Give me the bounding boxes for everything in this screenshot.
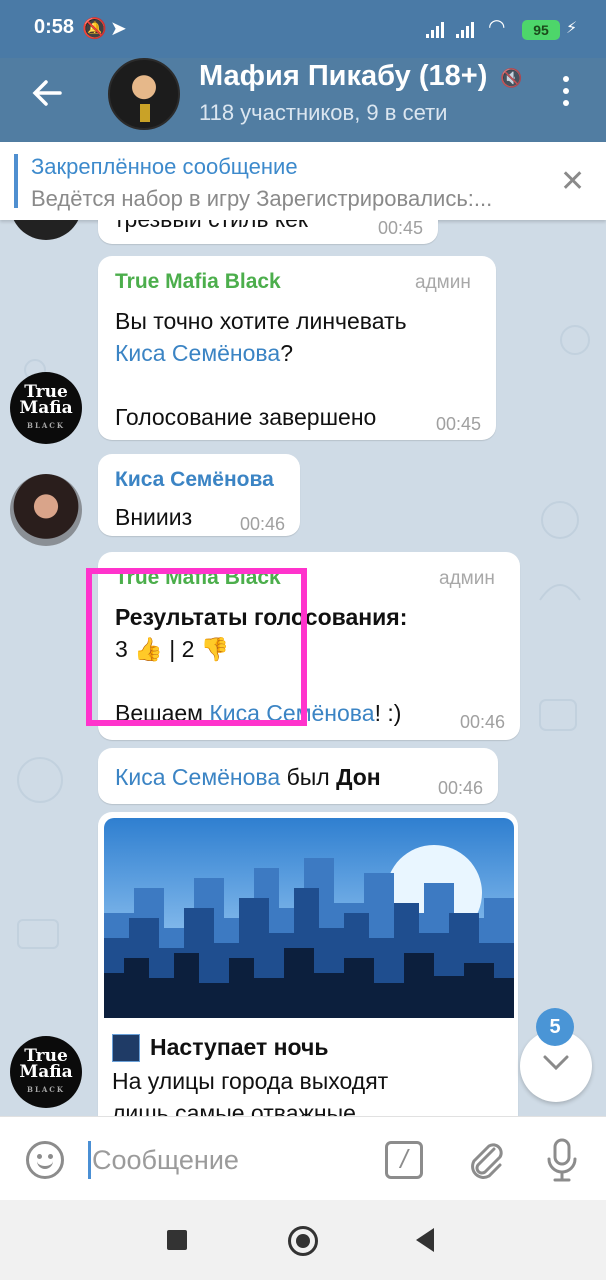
- message-bubble[interactable]: Киса Семёнова Вниииз 00:46: [98, 454, 300, 536]
- chat-area[interactable]: трезвый стиль кек 00:45 True Mafia Black…: [0, 220, 606, 1116]
- chat-header: Мафия Пикабу (18+) 🔇 118 участников, 9 в…: [0, 58, 606, 142]
- clock: 0:58: [34, 16, 75, 38]
- bot-command-icon[interactable]: /: [385, 1141, 423, 1179]
- pinned-bar: [14, 154, 18, 208]
- message-text: Вы точно хотите линчевать: [115, 308, 407, 334]
- admin-label: админ: [439, 568, 495, 589]
- chat-title[interactable]: Мафия Пикабу (18+): [199, 60, 487, 93]
- message-text: Киса Семёнова был Дон: [115, 764, 381, 790]
- text-cursor: [88, 1141, 91, 1179]
- signal-icon-2: [456, 20, 478, 38]
- avatar-true-mafia-black[interactable]: True Mafia BLACK: [10, 372, 82, 444]
- message-bubble[interactable]: True Mafia Black админ Вы точно хотите л…: [98, 256, 496, 440]
- wifi-icon: ◠: [488, 16, 506, 38]
- night-city-emoji-icon: [112, 1034, 140, 1062]
- message-input-bar: /: [0, 1116, 606, 1200]
- system-nav-bar: [0, 1200, 606, 1280]
- telegram-icon: ➤: [110, 18, 127, 40]
- close-icon[interactable]: ✕: [560, 164, 585, 199]
- pinned-message[interactable]: Закреплённое сообщение Ведётся набор в и…: [0, 142, 606, 220]
- unread-count-badge: 5: [536, 1008, 574, 1046]
- user-mention[interactable]: Киса Семёнова: [115, 340, 280, 366]
- message-text-line2: Киса Семёнова?: [115, 340, 293, 366]
- user-mention[interactable]: Киса Семёнова: [115, 764, 280, 790]
- night-city-image[interactable]: [104, 818, 514, 1018]
- home-icon[interactable]: [288, 1226, 318, 1256]
- sender-name[interactable]: True Mafia Black: [115, 270, 281, 294]
- back-arrow-icon[interactable]: [30, 76, 64, 110]
- post-title: Наступает ночь: [150, 1034, 329, 1060]
- chevron-down-icon: [543, 1055, 569, 1071]
- message-time: 00:46: [438, 778, 484, 798]
- message-bubble[interactable]: Киса Семёнова был Дон 00:46: [98, 748, 498, 804]
- message-time: 00:46: [460, 712, 506, 732]
- message-text: Вниииз: [115, 504, 193, 530]
- avatar-kisa[interactable]: [10, 474, 82, 546]
- back-icon[interactable]: [416, 1228, 434, 1252]
- chat-subtitle: 118 участников, 9 в сети: [199, 100, 448, 125]
- highlight-annotation: [86, 568, 307, 726]
- pinned-title: Закреплённое сообщение: [31, 154, 298, 179]
- message-input[interactable]: [92, 1139, 352, 1181]
- post-text-line2: лишь самые отважные...: [112, 1100, 376, 1116]
- recent-apps-icon[interactable]: [167, 1230, 187, 1250]
- chat-avatar[interactable]: [108, 58, 180, 130]
- sender-name[interactable]: Киса Семёнова: [115, 468, 274, 492]
- microphone-icon[interactable]: [544, 1137, 580, 1183]
- more-menu-icon[interactable]: [556, 76, 576, 116]
- do-not-disturb-icon: 🔕: [82, 18, 107, 40]
- signal-icon: [426, 20, 448, 38]
- attach-icon[interactable]: [466, 1139, 506, 1181]
- mute-icon: 🔇: [500, 68, 523, 88]
- battery-icon: 95: [522, 20, 560, 40]
- avatar-true-mafia-black[interactable]: True Mafia BLACK: [10, 1036, 82, 1108]
- message-bubble[interactable]: трезвый стиль кек 00:45: [98, 220, 438, 244]
- message-text-line3: Голосование завершено: [115, 404, 377, 430]
- admin-label: админ: [415, 272, 471, 293]
- charging-icon: ⚡: [566, 20, 578, 37]
- message-time: 00:45: [436, 414, 482, 434]
- message-time: 00:45: [378, 220, 424, 238]
- emoji-icon[interactable]: [26, 1141, 64, 1179]
- pinned-text: Ведётся набор в игру Зарегистрировались:…: [31, 186, 493, 211]
- message-time: 00:46: [240, 514, 286, 534]
- message-text: трезвый стиль кек: [114, 220, 308, 233]
- post-text: На улицы города выходят: [112, 1068, 389, 1094]
- status-bar: 0:58 🔕 ➤ ◠ 95 ⚡: [0, 0, 606, 58]
